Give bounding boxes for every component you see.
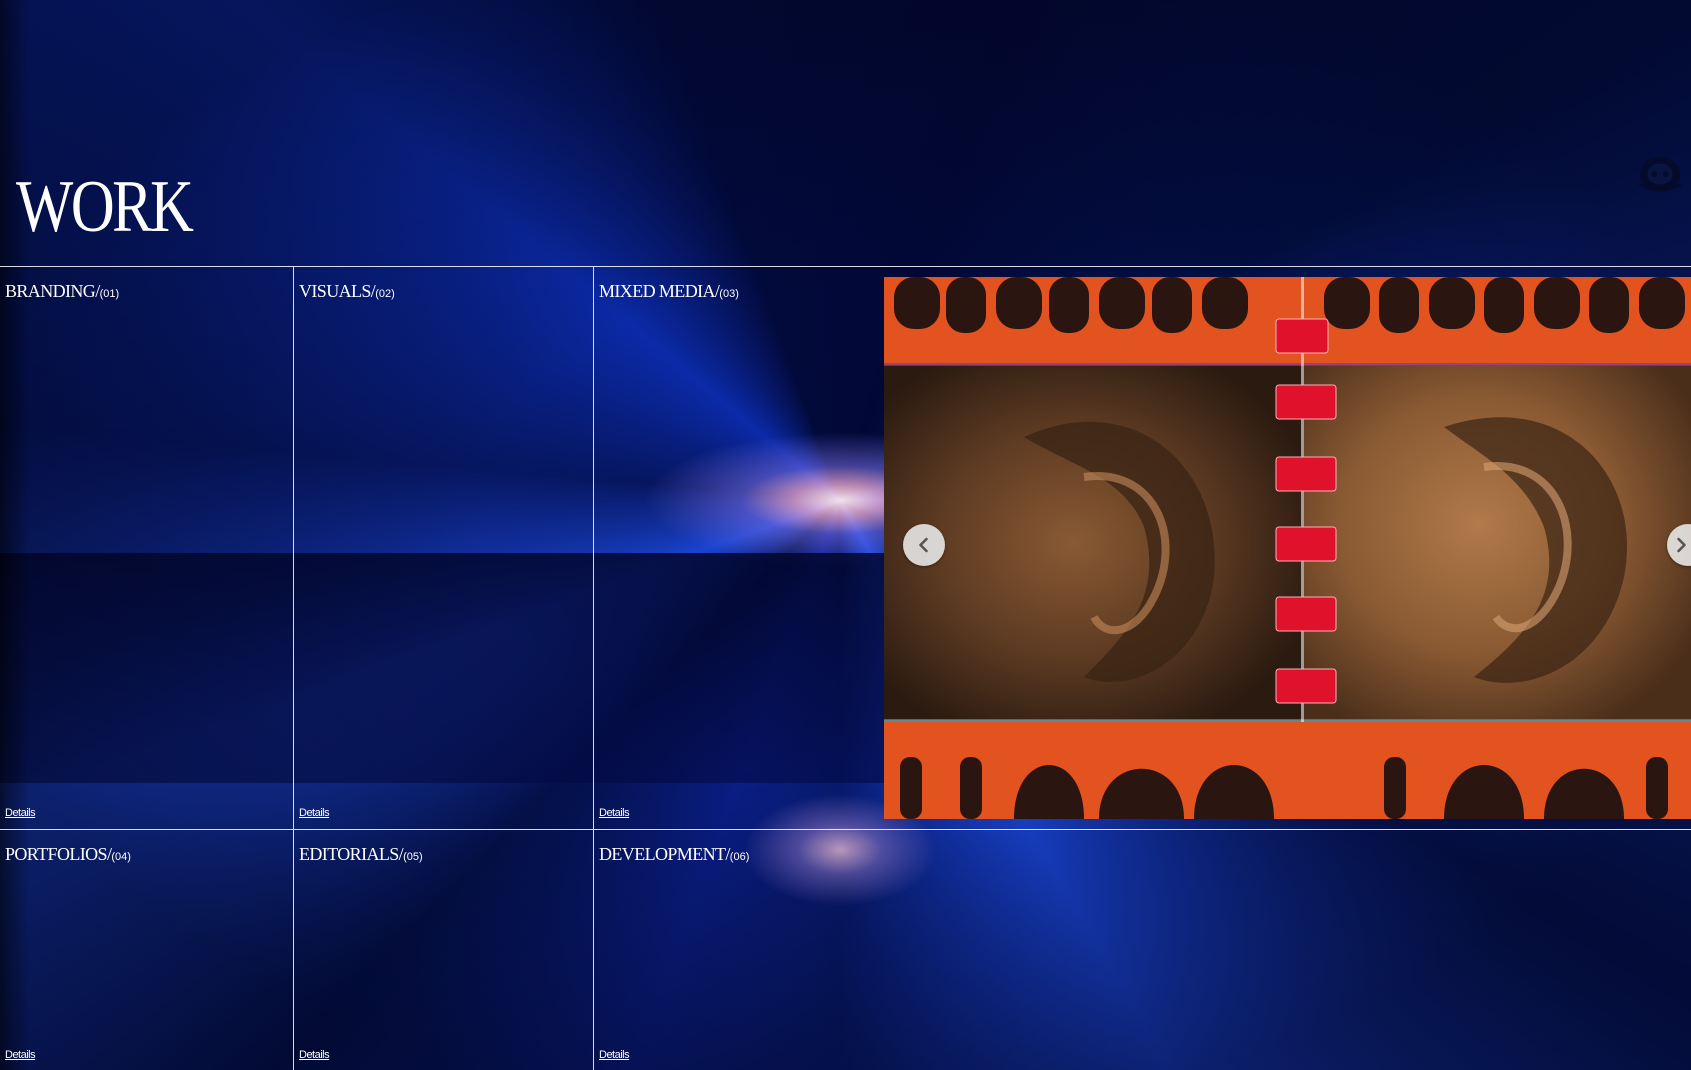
category-name: DEVELOPMENT/ <box>599 844 730 864</box>
project-image-carousel[interactable] <box>884 277 1691 819</box>
page-background: WORK BRANDING/(01) Details VISUALS/(02) … <box>0 0 1691 1070</box>
page-title: WORK <box>16 166 194 248</box>
category-name: MIXED MEDIA/ <box>599 281 720 301</box>
category-name: PORTFOLIOS/ <box>5 844 112 864</box>
category-title: VISUALS/(02) <box>299 281 395 302</box>
category-number: (04) <box>111 851 131 863</box>
category-cell-mixed-media[interactable]: MIXED MEDIA/(03) Details <box>594 267 884 829</box>
category-cell-portfolios[interactable]: PORTFOLIOS/(04) Details <box>0 830 294 1070</box>
details-link-branding[interactable]: Details <box>5 807 36 819</box>
category-number: (03) <box>719 288 739 300</box>
category-title: PORTFOLIOS/(04) <box>5 844 131 865</box>
carousel-artwork-image <box>884 277 1691 819</box>
chevron-left-icon <box>919 537 928 553</box>
category-number: (02) <box>375 288 395 300</box>
category-name: EDITORIALS/ <box>299 844 404 864</box>
category-title: DEVELOPMENT/(06) <box>599 844 749 865</box>
category-title: EDITORIALS/(05) <box>299 844 423 865</box>
category-number: (05) <box>403 851 423 863</box>
details-link-mixed-media[interactable]: Details <box>599 807 630 819</box>
category-cell-editorials[interactable]: EDITORIALS/(05) Details <box>294 830 594 1070</box>
avatar-logo-icon[interactable] <box>1635 150 1685 194</box>
chevron-right-icon <box>1677 537 1686 553</box>
category-title: BRANDING/(01) <box>5 281 119 302</box>
category-cell-development[interactable]: DEVELOPMENT/(06) Details <box>594 830 884 1070</box>
category-number: (06) <box>729 851 750 863</box>
carousel-prev-button[interactable] <box>903 524 945 566</box>
details-link-visuals[interactable]: Details <box>299 807 330 819</box>
category-cell-branding[interactable]: BRANDING/(01) Details <box>0 267 294 829</box>
details-link-editorials[interactable]: Details <box>299 1049 330 1061</box>
details-link-portfolios[interactable]: Details <box>5 1049 36 1061</box>
category-name: BRANDING/ <box>5 281 100 301</box>
category-name: VISUALS/ <box>299 281 376 301</box>
category-title: MIXED MEDIA/(03) <box>599 281 739 302</box>
grid-row-2: PORTFOLIOS/(04) Details EDITORIALS/(05) … <box>0 830 1691 1070</box>
details-link-development[interactable]: Details <box>599 1049 630 1061</box>
category-number: (01) <box>99 288 120 300</box>
category-cell-visuals[interactable]: VISUALS/(02) Details <box>294 267 594 829</box>
